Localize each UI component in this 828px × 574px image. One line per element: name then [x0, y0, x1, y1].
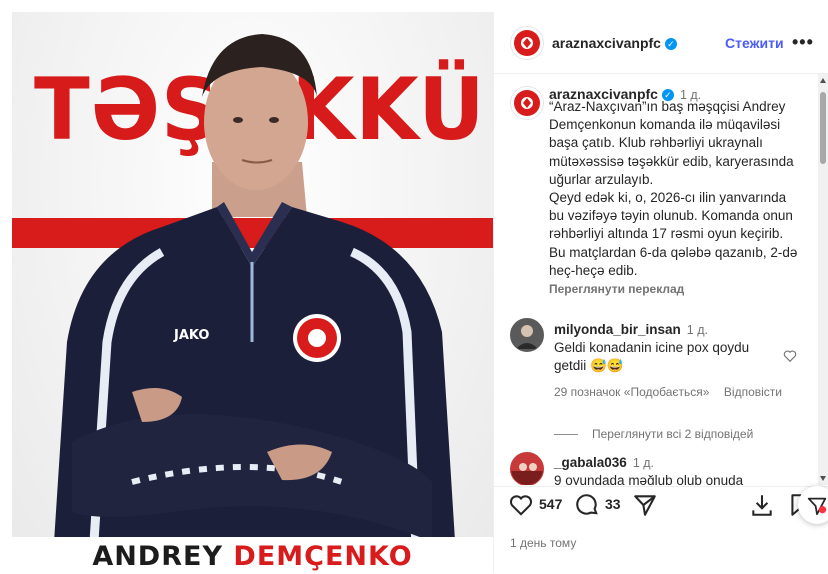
author-name-row: araznaxcivanpfc ✓: [552, 35, 677, 53]
comments-count[interactable]: 33: [605, 496, 621, 512]
scroll-up-arrow[interactable]: [820, 78, 826, 83]
user-avatar-icon: [511, 463, 543, 485]
scrollbar[interactable]: [818, 74, 828, 485]
club-logo-icon: [514, 90, 540, 116]
posted-time[interactable]: 1 день тому: [510, 536, 576, 550]
user-avatar-icon: [516, 325, 538, 349]
likes-count[interactable]: 547: [539, 496, 562, 512]
comment-1-reply-button[interactable]: Відповісти: [724, 385, 782, 399]
comments-scroll-area[interactable]: araznaxcivanpfc ✓ 1 д. “Araz-Naxçıvan”ın b…: [494, 74, 828, 485]
poster-name: ANDREY DEMÇENKO: [12, 537, 493, 573]
post-actions: 547 33 1 день тому: [494, 486, 828, 574]
follow-button[interactable]: Стежити: [725, 35, 784, 51]
more-options-icon[interactable]: •••: [792, 32, 814, 53]
caption-text: “Araz-Naxçıvan”ın baş məşqçisi Andrey De…: [549, 98, 799, 298]
comment-2-text: 9 oyundada məğlub olub onuda: [554, 473, 744, 485]
verified-icon: ✓: [664, 38, 677, 50]
scrollbar-thumb[interactable]: [820, 92, 826, 164]
page-margin: [0, 0, 12, 573]
poster-name-last: DEMÇENKO: [233, 541, 413, 572]
author-username[interactable]: araznaxcivanpfc: [552, 35, 661, 51]
messages-fab[interactable]: [798, 486, 828, 524]
share-icon[interactable]: [632, 492, 658, 518]
coach-photo: JAKO: [52, 34, 457, 573]
view-replies-button[interactable]: Переглянути всі 2 відповідей: [554, 427, 753, 441]
post-header: araznaxcivanpfc ✓ Стежити •••: [494, 12, 828, 74]
caption-body: “Araz-Naxçıvan”ın baş məşqçisi Andrey De…: [549, 99, 798, 278]
comment-1-text: Geldi konadanin icine pox qoydu getdii 😅…: [554, 340, 750, 373]
comment-1-author-row: milyonda_bir_insan 1 д.: [554, 321, 708, 339]
comment-like-icon[interactable]: [783, 349, 797, 363]
club-logo-icon: [514, 30, 540, 56]
comment-2-username[interactable]: _gabala036: [554, 455, 627, 470]
view-replies-label: Переглянути всі 2 відповідей: [592, 427, 754, 441]
comment-1-username[interactable]: milyonda_bir_insan: [554, 322, 681, 337]
post-side-panel: araznaxcivanpfc ✓ Стежити ••• araznaxciva…: [493, 12, 828, 573]
replies-divider: [554, 434, 578, 436]
commenter-avatar[interactable]: [510, 452, 544, 485]
comment-1-time[interactable]: 1 д.: [687, 323, 708, 337]
comment-2-time[interactable]: 1 д.: [633, 456, 654, 470]
comment-icon[interactable]: [574, 492, 600, 518]
scroll-down-arrow[interactable]: [820, 476, 826, 481]
send-message-icon: [807, 497, 827, 516]
poster-name-first: ANDREY: [92, 541, 224, 572]
see-translation-link[interactable]: Переглянути переклад: [549, 280, 799, 298]
like-heart-icon[interactable]: [508, 492, 534, 518]
comment-1-meta: 29 позначок «Подобається» Відповісти: [554, 383, 782, 401]
commenter-avatar[interactable]: [510, 318, 544, 352]
jersey-brand: JAKO: [173, 328, 209, 343]
comment-2-author-row: _gabala036 1 д.: [554, 454, 654, 472]
post-image[interactable]: TƏŞƏKKÜRLƏR JAKO ANDREY DEMÇENKO: [12, 12, 493, 573]
caption-avatar[interactable]: [510, 86, 544, 120]
author-avatar[interactable]: [510, 26, 544, 60]
download-icon[interactable]: [749, 492, 775, 518]
comment-1-likes[interactable]: 29 позначок «Подобається»: [554, 385, 709, 399]
